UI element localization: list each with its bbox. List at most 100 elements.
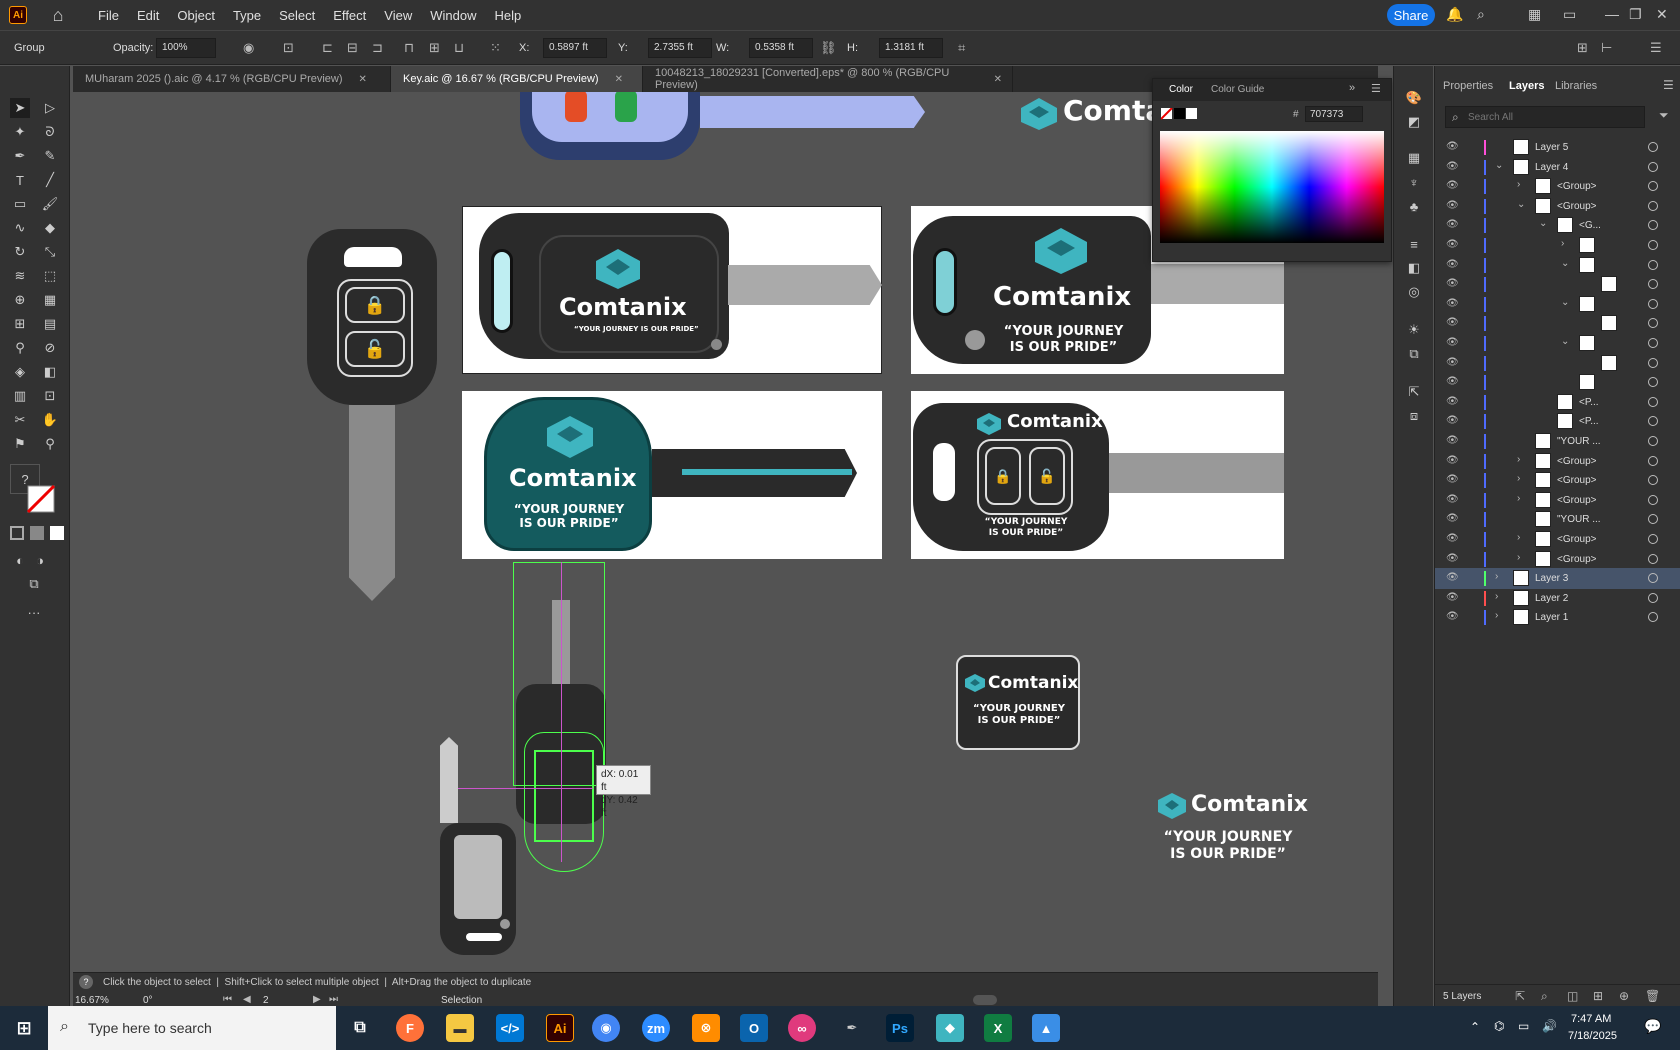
rectangle-tool-icon[interactable]: ▭ <box>10 194 30 214</box>
align-left-icon[interactable]: ⊏ <box>322 40 333 56</box>
pen-tool-icon[interactable]: ✒ <box>10 146 30 166</box>
width-tool-icon[interactable]: ≋ <box>10 266 30 286</box>
visibility-eye-icon[interactable]: 👁 <box>1446 161 1459 172</box>
layer-row[interactable]: 👁 › Layer 3 <box>1435 568 1680 590</box>
tray-display-icon[interactable]: ▭ <box>1518 1019 1529 1033</box>
menu-edit[interactable]: Edit <box>128 8 168 23</box>
clock-date[interactable]: 7/18/2025 <box>1568 1030 1617 1042</box>
layer-row[interactable]: 👁 <box>1435 313 1680 334</box>
layer-row[interactable]: 👁 <P... <box>1435 411 1680 432</box>
layer-row[interactable]: 👁 › <box>1435 235 1680 256</box>
export-icon[interactable]: ⇱ <box>1404 382 1424 402</box>
menu-window[interactable]: Window <box>421 8 485 23</box>
target-circle-icon[interactable] <box>1648 377 1658 388</box>
arrange-icon[interactable]: ⊞ <box>1577 40 1588 56</box>
layer-row[interactable]: 👁 › <Group> <box>1435 490 1680 511</box>
gradient-tool-icon[interactable]: ▤ <box>40 314 60 334</box>
target-circle-icon[interactable] <box>1648 181 1658 192</box>
y-field[interactable]: 2.7355 ft <box>648 38 712 58</box>
expand-chevron-icon[interactable]: › <box>1517 552 1520 563</box>
target-circle-icon[interactable] <box>1648 338 1658 348</box>
visibility-eye-icon[interactable]: 👁 <box>1446 513 1459 524</box>
visibility-eye-icon[interactable]: 👁 <box>1446 259 1459 270</box>
filter-icon[interactable]: ⏷ <box>1659 108 1669 123</box>
symbol-sprayer-tool-icon[interactable]: ⚑ <box>10 434 30 454</box>
visibility-eye-icon[interactable]: 👁 <box>1446 317 1459 328</box>
selection-tool-icon[interactable]: ➤ <box>10 98 30 118</box>
prev-artboard-icon[interactable]: ◀ <box>243 994 251 1005</box>
menu-type[interactable]: Type <box>224 8 270 23</box>
align-right-icon[interactable]: ⊐ <box>372 40 383 56</box>
pen-app-icon[interactable]: ✒ <box>838 1014 866 1042</box>
layer-row[interactable]: 👁 ⌄ <box>1435 333 1680 354</box>
photos-icon[interactable]: ▲ <box>1032 1014 1060 1042</box>
h-field[interactable]: 1.3181 ft <box>879 38 943 58</box>
draw-normal-icon[interactable]: ◐ <box>10 550 30 570</box>
target-circle-icon[interactable] <box>1648 142 1658 152</box>
horizontal-scrollbar[interactable] <box>973 995 997 1005</box>
new-sublayer-icon[interactable]: ⊞ <box>1593 989 1603 1003</box>
expand-chevron-icon[interactable]: ⌄ <box>1517 199 1525 210</box>
visibility-eye-icon[interactable]: 👁 <box>1446 180 1459 191</box>
perspective-grid-tool-icon[interactable]: ▦ <box>40 290 60 310</box>
color-panel-icon[interactable]: 🎨 <box>1404 88 1424 108</box>
target-circle-icon[interactable] <box>1648 298 1658 309</box>
tray-chevron-icon[interactable]: ⌃ <box>1470 1020 1480 1034</box>
visibility-eye-icon[interactable]: 👁 <box>1446 278 1459 289</box>
panel-menu-icon[interactable]: ☰ <box>1663 78 1674 92</box>
tab-converted-eps[interactable]: 10048213_18029231 [Converted].eps* @ 800… <box>643 66 1013 92</box>
minimize-icon[interactable]: — <box>1605 6 1619 22</box>
layer-row[interactable]: 👁 › <Group> <box>1435 549 1680 570</box>
workspace-icon[interactable]: ▦ <box>1528 6 1541 23</box>
expand-chevron-icon[interactable]: › <box>1495 571 1498 582</box>
clipping-mask-icon[interactable]: ◫ <box>1567 989 1578 1003</box>
taskbar-search[interactable]: ⌕ Type here to search <box>48 1006 336 1050</box>
target-circle-icon[interactable] <box>1648 259 1658 270</box>
color-spectrum[interactable] <box>1160 131 1384 243</box>
gradient-mode-icon[interactable] <box>30 526 44 540</box>
constrain-link-icon[interactable]: ⛓ <box>820 40 837 56</box>
share-button[interactable]: Share <box>1387 4 1435 26</box>
layer-row[interactable]: 👁 › <Group> <box>1435 529 1680 550</box>
lasso-tool-icon[interactable]: ᘐ <box>40 122 60 142</box>
menu-select[interactable]: Select <box>270 8 324 23</box>
visibility-eye-icon[interactable]: 👁 <box>1446 396 1459 407</box>
windows-start-icon[interactable]: ⊞ <box>10 1014 38 1042</box>
swatches-icon[interactable]: ▦ <box>1404 148 1424 168</box>
align-vcenter-icon[interactable]: ⊞ <box>429 40 440 56</box>
illustrator-taskbar-icon[interactable]: Ai <box>546 1014 574 1042</box>
visibility-eye-icon[interactable]: 👁 <box>1446 415 1459 426</box>
visibility-eye-icon[interactable]: 👁 <box>1446 376 1459 387</box>
target-circle-icon[interactable] <box>1648 494 1658 505</box>
layers-search[interactable]: ⌕ <box>1445 106 1645 128</box>
layer-row[interactable]: 👁 ⌄ <box>1435 255 1680 276</box>
rotate-tool-icon[interactable]: ↻ <box>10 242 30 262</box>
visibility-eye-icon[interactable]: 👁 <box>1446 592 1459 603</box>
visibility-eye-icon[interactable]: 👁 <box>1446 611 1459 622</box>
gradient-panel-icon[interactable]: ◧ <box>1404 258 1424 278</box>
help-icon[interactable]: ? <box>79 975 93 989</box>
curvature-tool-icon[interactable]: ✎ <box>40 146 60 166</box>
target-circle-icon[interactable] <box>1648 573 1658 584</box>
panel-menu-icon[interactable]: ☰ <box>1371 82 1381 95</box>
locate-object-icon[interactable]: ⌕ <box>1541 989 1548 1004</box>
align-bottom-icon[interactable]: ⊔ <box>454 40 464 56</box>
menu-help[interactable]: Help <box>485 8 530 23</box>
expand-chevron-icon[interactable]: ⌄ <box>1561 336 1569 347</box>
expand-chevron-icon[interactable]: › <box>1561 238 1564 249</box>
color-guide-icon[interactable]: ◩ <box>1404 112 1424 132</box>
target-circle-icon[interactable] <box>1648 357 1658 368</box>
shaper-tool-icon[interactable]: ∿ <box>10 218 30 238</box>
task-view-icon[interactable]: ⧉ <box>346 1014 374 1042</box>
collect-export-icon[interactable]: ⇱ <box>1515 989 1525 1003</box>
eyedropper-tool-icon[interactable]: ⚲ <box>10 338 30 358</box>
target-circle-icon[interactable] <box>1648 416 1658 427</box>
free-transform-tool-icon[interactable]: ⬚ <box>40 266 60 286</box>
stroke-icon[interactable]: ≡ <box>1404 234 1424 254</box>
tab-muharam[interactable]: MUharam 2025 ().aic @ 4.17 % (RGB/CPU Pr… <box>73 66 391 92</box>
first-artboard-icon[interactable]: ⏮ <box>223 994 232 1005</box>
graph-tool-icon[interactable]: ▥ <box>10 386 30 406</box>
restore-icon[interactable]: ❐ <box>1629 6 1642 23</box>
eraser-tool-icon[interactable]: ◆ <box>40 218 60 238</box>
tray-network-icon[interactable]: ⌬ <box>1494 1019 1504 1033</box>
